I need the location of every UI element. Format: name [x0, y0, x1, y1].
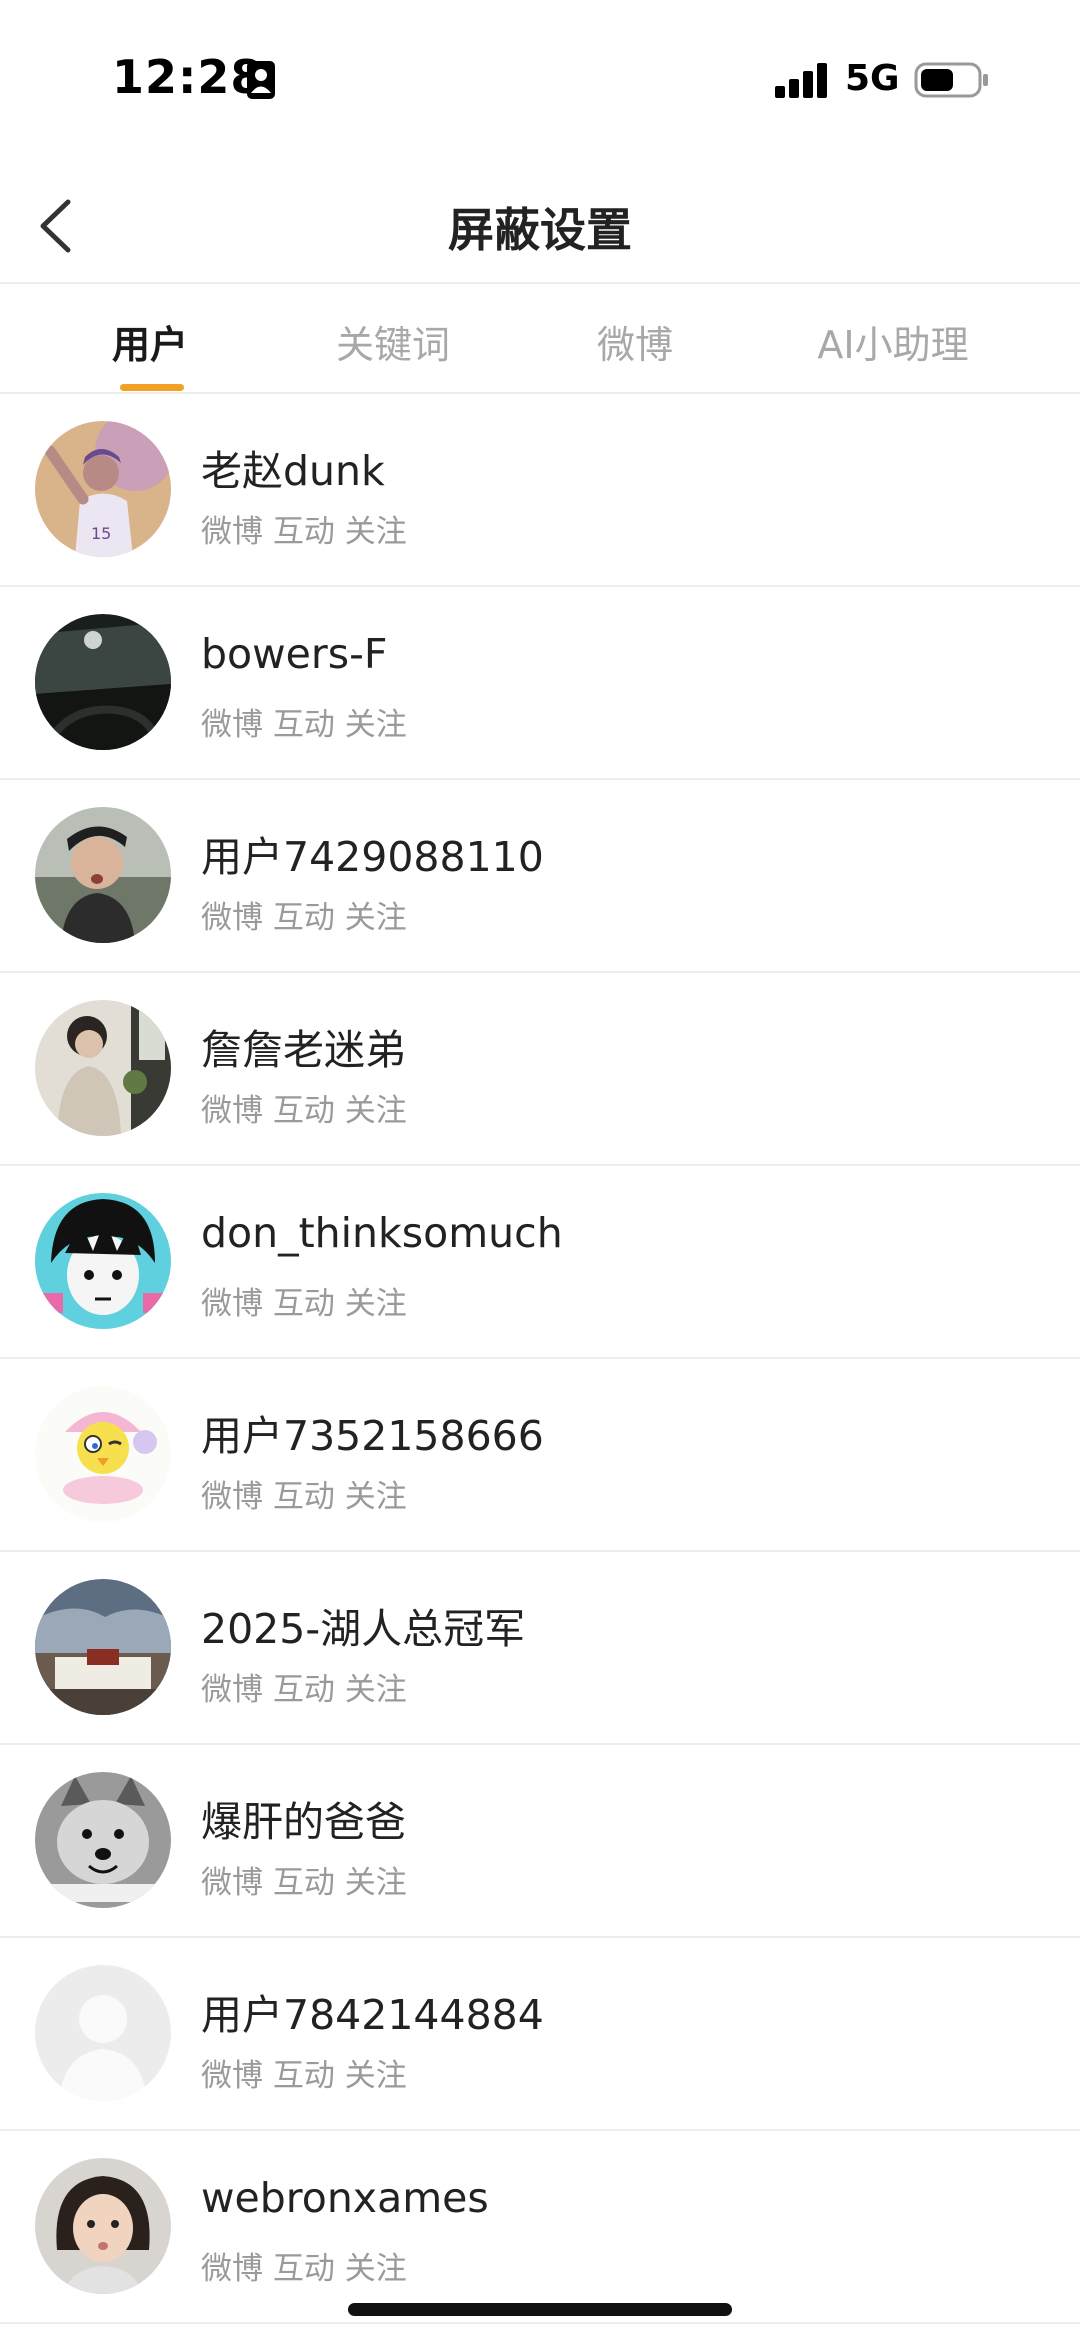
page-title: 屏蔽设置 — [448, 203, 632, 257]
palace-landscape-avatar — [35, 1579, 171, 1715]
default-person-avatar — [35, 1965, 171, 2101]
signal-bars-icon — [774, 62, 830, 98]
user-name: bowers-F — [201, 630, 388, 678]
user-row[interactable]: webronxames 微博 互动 关注 — [0, 2131, 1080, 2324]
user-name: don_thinksomuch — [201, 1209, 563, 1257]
user-row[interactable]: 15 老赵dunk 微博 互动 关注 — [0, 394, 1080, 587]
child-photo-avatar — [35, 2158, 171, 2294]
user-row[interactable]: 2025-湖人总冠军 微博 互动 关注 — [0, 1552, 1080, 1745]
block-scope: 微博 互动 关注 — [201, 1672, 407, 1708]
user-name: 爆肝的爸爸 — [201, 1798, 406, 1846]
block-scope: 微博 互动 关注 — [201, 1286, 407, 1322]
user-row[interactable]: 用户7842144884 微博 互动 关注 — [0, 1938, 1080, 2131]
anime-character-avatar — [35, 1193, 171, 1329]
basketball-player-avatar: 15 — [35, 421, 171, 557]
status-bar: 12:28 5G — [0, 0, 1080, 150]
man-photo-avatar — [35, 807, 171, 943]
block-scope: 微博 互动 关注 — [201, 2058, 407, 2094]
navigation-bar: 屏蔽设置 — [0, 170, 1080, 284]
shiba-dog-avatar — [35, 1772, 171, 1908]
woman-photo-avatar — [35, 1000, 171, 1136]
network-type: 5G — [845, 58, 900, 99]
user-row[interactable]: 爆肝的爸爸 微博 互动 关注 — [0, 1745, 1080, 1938]
block-scope: 微博 互动 关注 — [201, 2251, 407, 2287]
user-name: 用户7429088110 — [201, 833, 544, 881]
home-indicator[interactable] — [348, 2303, 732, 2316]
block-scope: 微博 互动 关注 — [201, 514, 407, 550]
user-row[interactable]: bowers-F 微博 互动 关注 — [0, 587, 1080, 780]
tab-weibo[interactable]: 微博 — [597, 314, 673, 369]
tab-bar: 用户 关键词 微博 AI小助理 — [0, 284, 1080, 394]
svg-text:15: 15 — [91, 524, 111, 543]
active-tab-indicator — [120, 384, 184, 391]
block-scope: 微博 互动 关注 — [201, 707, 407, 743]
tab-ai-assistant[interactable]: AI小助理 — [817, 314, 968, 369]
car-interior-avatar — [35, 614, 171, 750]
tab-keywords[interactable]: 关键词 — [336, 314, 450, 369]
status-time: 12:28 — [112, 50, 264, 104]
tab-users[interactable]: 用户 — [112, 314, 188, 369]
user-row[interactable]: 用户7429088110 微博 互动 关注 — [0, 780, 1080, 973]
user-name: 老赵dunk — [201, 447, 385, 495]
block-scope: 微博 互动 关注 — [201, 1093, 407, 1129]
user-row[interactable]: 用户7352158666 微博 互动 关注 — [0, 1359, 1080, 1552]
cartoon-bird-avatar — [35, 1386, 171, 1522]
user-row[interactable]: 詹詹老迷弟 微博 互动 关注 — [0, 973, 1080, 1166]
user-name: 用户7842144884 — [201, 1991, 544, 2039]
user-name: 用户7352158666 — [201, 1412, 544, 1460]
app-screen: 12:28 5G 屏蔽设置 用户 关键词 微博 AI小助理 15 老赵dunk … — [0, 0, 1080, 2342]
user-name: 詹詹老迷弟 — [201, 1026, 406, 1074]
user-row[interactable]: don_thinksomuch 微博 互动 关注 — [0, 1166, 1080, 1359]
block-scope: 微博 互动 关注 — [201, 1865, 407, 1901]
user-name: 2025-湖人总冠军 — [201, 1605, 526, 1653]
battery-icon — [914, 62, 990, 98]
contact-card-icon — [246, 60, 276, 100]
user-name: webronxames — [201, 2174, 489, 2222]
block-scope: 微博 互动 关注 — [201, 1479, 407, 1515]
blocked-user-list: 15 老赵dunk 微博 互动 关注 bowers-F 微博 互动 关注 用户7… — [0, 394, 1080, 2324]
block-scope: 微博 互动 关注 — [201, 900, 407, 936]
